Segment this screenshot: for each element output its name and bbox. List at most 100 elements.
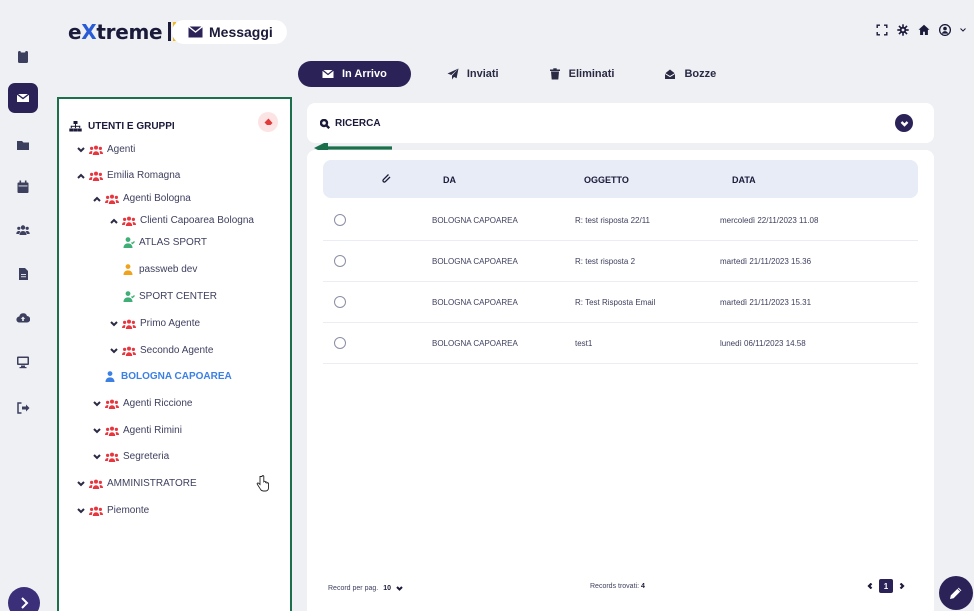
tab-eliminati[interactable]: Eliminati (535, 61, 629, 87)
table-row[interactable]: BOLOGNA CAPOAREA test1 lunedì 06/11/2023… (323, 323, 918, 364)
chevron-down-icon (93, 453, 101, 459)
chevron-down-icon (396, 586, 403, 591)
app-logo: eXtreme (68, 20, 177, 44)
app: eXtreme Messaggi In Arrivo Inviati Elimi… (0, 0, 974, 611)
tree-clear-button[interactable] (258, 112, 278, 132)
rail-expand-button[interactable] (8, 587, 40, 611)
rail-calendar[interactable] (8, 172, 38, 202)
search-expand-button[interactable] (895, 114, 913, 132)
pencil-icon (950, 587, 962, 599)
page-title: Messaggi (172, 20, 287, 44)
chevron-down-icon (110, 320, 118, 326)
tree-node-bologna-capoarea[interactable]: BOLOGNA CAPOAREA (105, 371, 232, 382)
rail-monitor[interactable] (8, 347, 38, 377)
folder-icon (17, 141, 29, 150)
user-group-icon (89, 171, 103, 181)
column-header-data[interactable]: DATA (732, 175, 756, 185)
rail-cloud[interactable] (8, 303, 38, 333)
column-header-oggetto[interactable]: OGGETTO (584, 175, 629, 185)
chevron-down-icon (93, 427, 101, 433)
row-select-radio[interactable] (334, 337, 346, 349)
tree-node-primo-agente[interactable]: Primo Agente (110, 318, 200, 329)
sitemap-icon (69, 121, 82, 132)
rail-clipboard[interactable] (8, 41, 38, 71)
rail-messages[interactable] (8, 83, 38, 113)
rail-folder[interactable] (8, 130, 38, 160)
search-icon (320, 118, 330, 129)
tree-node-agenti-bologna[interactable]: Agenti Bologna (93, 193, 191, 204)
tree-node-amministratore[interactable]: AMMINISTRATORE (77, 478, 197, 489)
tree-node-segreteria[interactable]: Segreteria (93, 451, 169, 462)
document-icon (19, 268, 28, 280)
user-group-icon (89, 506, 103, 516)
user-icon[interactable] (939, 24, 951, 36)
pointer-cursor-icon (256, 475, 269, 492)
tree-node-agenti-riccione[interactable]: Agenti Riccione (93, 398, 192, 409)
chevron-down-icon (77, 507, 85, 513)
fullscreen-icon[interactable] (876, 24, 888, 36)
chevron-down-icon[interactable] (960, 27, 966, 33)
tree-node-emilia-romagna[interactable]: Emilia Romagna (77, 170, 180, 181)
column-header-da[interactable]: DA (443, 175, 456, 185)
settings-icon[interactable] (897, 24, 909, 36)
envelope-icon (16, 93, 30, 102)
tree-node-piemonte[interactable]: Piemonte (77, 505, 149, 516)
table-footer: Record per pag. 10 Records trovati: 4 1 (307, 578, 934, 608)
records-found: Records trovati: 4 (590, 583, 645, 590)
tree-node-clienti-capoarea-bologna[interactable]: Clienti Capoarea Bologna (110, 215, 254, 226)
paper-plane-icon (447, 68, 459, 80)
tree-node-agenti[interactable]: Agenti (77, 144, 135, 155)
user-icon (123, 237, 135, 248)
records-found-count: 4 (640, 583, 645, 590)
tab-inviati[interactable]: Inviati (433, 61, 513, 87)
row-select-radio[interactable] (334, 296, 346, 308)
table-header: DA OGGETTO DATA (323, 160, 918, 198)
user-group-icon (105, 426, 119, 436)
tab-bozze[interactable]: Bozze (650, 61, 730, 87)
rail-documents[interactable] (8, 259, 38, 289)
eraser-icon (264, 118, 272, 125)
user-group-icon (122, 216, 136, 226)
tab-in-arrivo[interactable]: In Arrivo (298, 61, 411, 87)
messages-panel: DA OGGETTO DATA BOLOGNA CAPOAREA R: test… (307, 150, 934, 611)
tree-node-sport-center[interactable]: SPORT CENTER (123, 291, 217, 302)
records-per-page[interactable]: Record per pag. 10 (328, 585, 403, 592)
tree-node-atlas-sport[interactable]: ATLAS SPORT (123, 237, 207, 248)
chevron-down-icon (77, 480, 85, 486)
rail-logout[interactable] (8, 393, 38, 423)
top-header: eXtreme Messaggi (46, 0, 974, 50)
header-actions (876, 24, 966, 36)
home-icon[interactable] (918, 24, 930, 36)
table-row[interactable]: BOLOGNA CAPOAREA R: test risposta 2 mart… (323, 241, 918, 282)
compose-button[interactable] (939, 576, 973, 610)
chevron-left-icon[interactable] (867, 583, 873, 589)
trash-icon (549, 68, 560, 80)
page-number-current[interactable]: 1 (879, 579, 893, 593)
chevron-down-icon (93, 400, 101, 406)
tree-node-agenti-rimini[interactable]: Agenti Rimini (93, 425, 182, 436)
page-title-label: Messaggi (209, 24, 273, 40)
search-label: RICERCA (320, 118, 381, 129)
paperclip-icon (382, 174, 391, 183)
user-group-icon (122, 319, 136, 329)
inbox-icon (665, 69, 676, 79)
user-group-icon (89, 145, 103, 155)
row-select-radio[interactable] (334, 255, 346, 267)
table-row[interactable]: BOLOGNA CAPOAREA R: test risposta 22/11 … (323, 200, 918, 241)
records-per-page-value: 10 (383, 585, 391, 592)
rail-users[interactable] (8, 215, 38, 245)
chevron-up-icon (110, 218, 118, 224)
chevron-up-icon (77, 173, 85, 179)
tree-node-secondo-agente[interactable]: Secondo Agente (110, 345, 213, 356)
user-group-icon (105, 399, 119, 409)
user-group-icon (105, 194, 119, 204)
tree-title: UTENTI E GRUPPI (69, 121, 175, 132)
chevron-up-icon (93, 196, 101, 202)
row-select-radio[interactable] (334, 214, 346, 226)
search-panel[interactable]: RICERCA (307, 103, 934, 143)
pagination: 1 (867, 579, 905, 593)
tree-node-passweb-dev[interactable]: passweb dev (123, 264, 197, 275)
table-row[interactable]: BOLOGNA CAPOAREA R: Test Risposta Email … (323, 282, 918, 323)
chevron-right-icon[interactable] (899, 583, 905, 589)
clipboard-icon (18, 49, 28, 63)
